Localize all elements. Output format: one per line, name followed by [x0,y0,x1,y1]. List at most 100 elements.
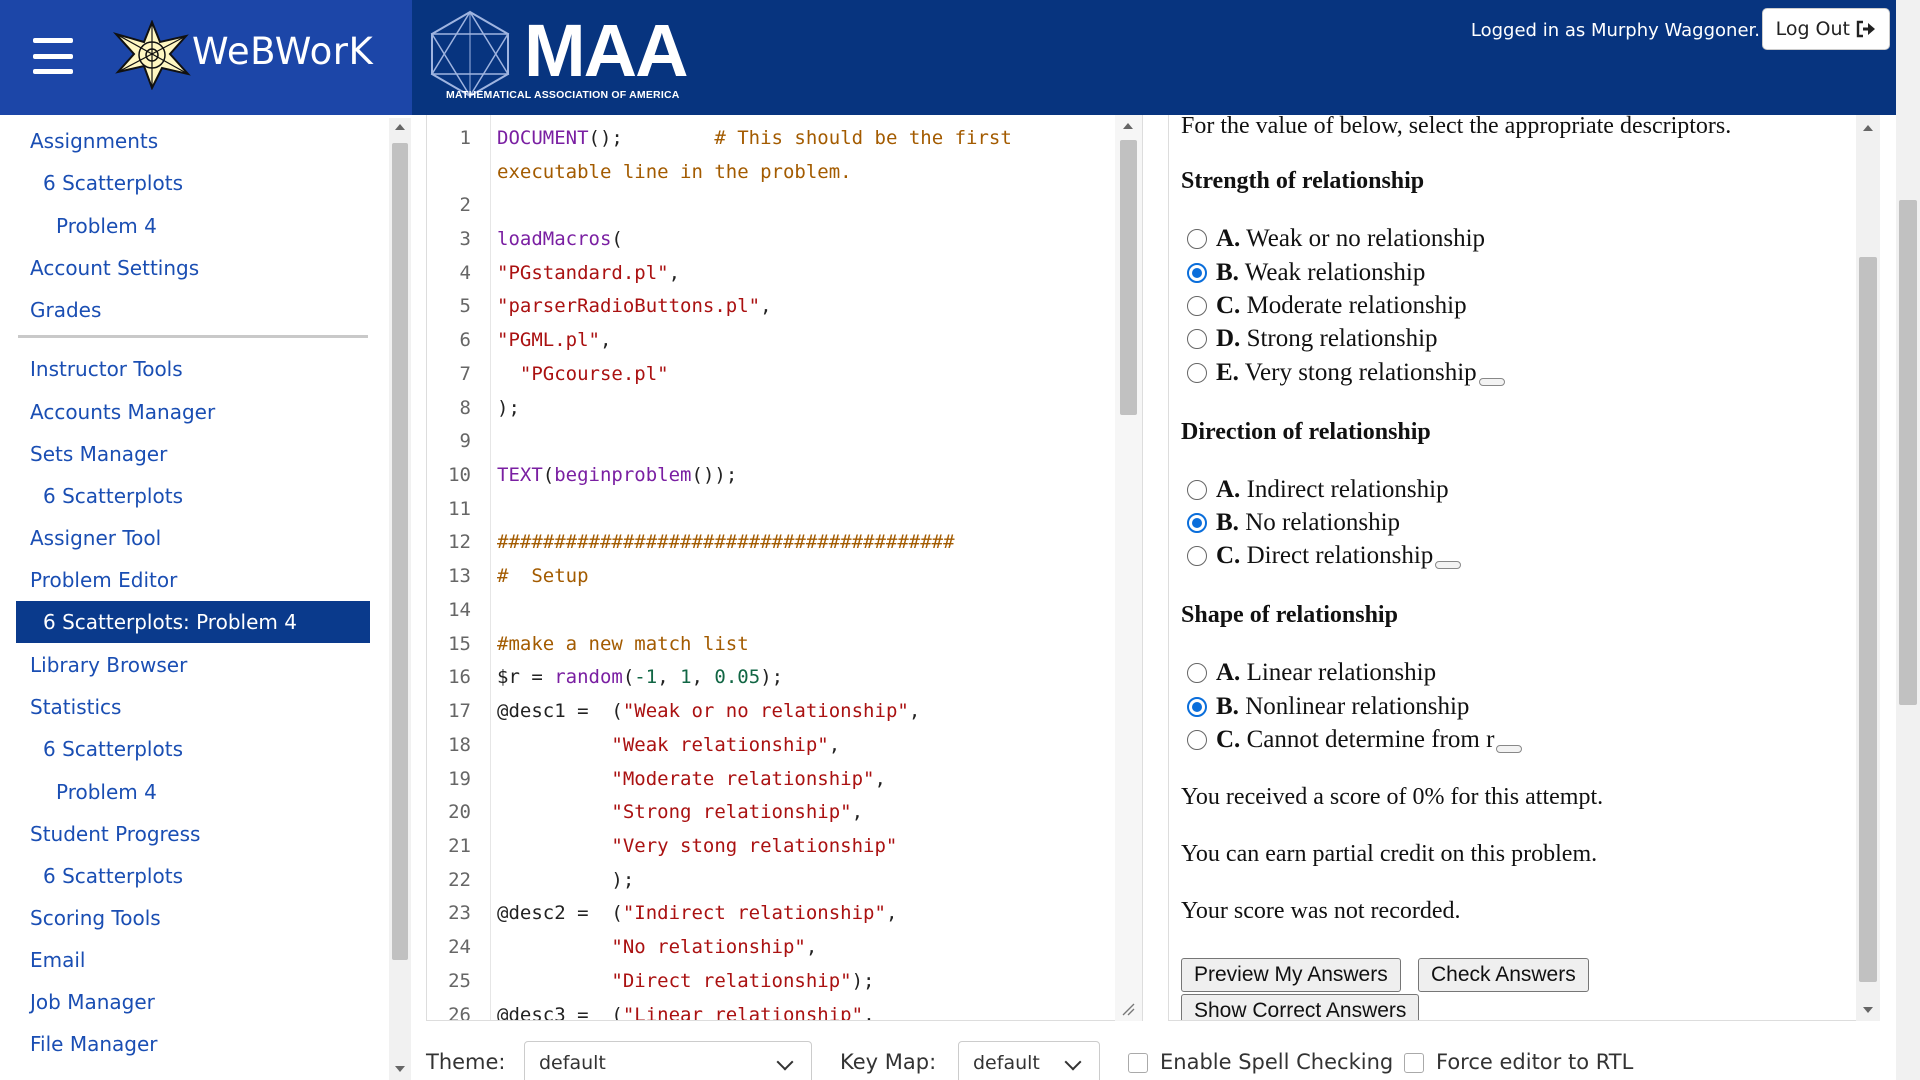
logout-button[interactable]: Log Out [1761,8,1890,50]
code-line[interactable]: #make a new match list [497,633,749,655]
page-scrollbar[interactable] [1896,0,1920,1080]
code-line[interactable]: "Direct relationship"); [497,970,874,992]
option-strength-d[interactable]: D. Strong relationship [1216,325,1438,353]
code-line[interactable]: ); [497,869,634,891]
nav-job-manager[interactable]: Job Manager [30,982,155,1022]
option-shape-a[interactable]: A. Linear relationship [1216,659,1436,687]
code-line[interactable]: ); [497,397,520,419]
radio-direction-c[interactable] [1187,546,1207,566]
code-line[interactable]: "Very stong relationship" [497,835,897,857]
radio-direction-b[interactable] [1187,513,1207,533]
nav-email[interactable]: Email [30,940,86,980]
show-correct-answers-button[interactable]: Show Correct Answers [1181,994,1420,1020]
nav-sets-manager[interactable]: Sets Manager [30,434,167,474]
preview-scrollbar[interactable] [1856,115,1880,1021]
code-line[interactable]: @desc1 = ("Weak or no relationship", [497,700,920,722]
option-shape-c[interactable]: C. Cannot determine from r [1216,726,1523,754]
code-line[interactable]: "No relationship", [497,936,817,958]
rtl-label[interactable]: Force editor to RTL [1436,1050,1633,1074]
scroll-down-icon[interactable] [395,1066,405,1072]
code-line[interactable]: "PGML.pl", [497,329,611,351]
code-line[interactable]: loadMacros( [497,228,623,250]
keymap-select[interactable]: default [958,1041,1100,1080]
brand-area: WeBWorK [0,0,412,115]
option-direction-b[interactable]: B. No relationship [1216,509,1400,537]
nav-stats-problem-4[interactable]: Problem 4 [56,772,157,812]
nav-statistics[interactable]: Statistics [30,687,121,727]
scroll-up-icon[interactable] [1863,125,1873,131]
nav-assigner-tool[interactable]: Assigner Tool [30,518,161,558]
spell-check-checkbox[interactable] [1128,1053,1148,1073]
radio-strength-a[interactable] [1187,229,1207,249]
editor-scroll-thumb[interactable] [1120,140,1137,415]
code-line[interactable]: "PGcourse.pl" [497,363,669,385]
nav-problem-editor[interactable]: Problem Editor [30,560,177,600]
nav-editor-current-problem[interactable]: 6 Scatterplots: Problem 4 [16,601,370,643]
nav-progress-6-scatterplots[interactable]: 6 Scatterplots [43,856,183,896]
code-line[interactable]: # Setup [497,565,589,587]
code-line[interactable]: "PGstandard.pl", [497,262,680,284]
answer-preview-toggle[interactable] [1435,561,1462,569]
code-line[interactable]: "Weak relationship", [497,734,840,756]
radio-strength-c[interactable] [1187,296,1207,316]
preview-scroll-thumb[interactable] [1859,257,1877,982]
chevron-down-icon [776,1053,794,1071]
scroll-up-icon[interactable] [1123,123,1133,129]
nav-student-progress[interactable]: Student Progress [30,814,200,854]
scroll-down-icon[interactable] [1863,1007,1873,1013]
code-line[interactable]: "parserRadioButtons.pl", [497,295,772,317]
nav-problem-4[interactable]: Problem 4 [56,206,157,246]
resize-handle-icon[interactable] [1121,1002,1135,1016]
option-strength-b[interactable]: B. Weak relationship [1216,259,1425,287]
code-line[interactable]: DOCUMENT(); # This should be the first [497,127,1012,149]
sidebar-scroll-thumb[interactable] [392,143,408,960]
nav-library-browser[interactable]: Library Browser [30,645,187,685]
code-editor[interactable]: 1 2 3 4 5 6 7 8 9 10 11 12 13 14 15 16 1… [426,115,1143,1021]
code-line[interactable]: @desc3 = ("Linear relationship", [497,1004,875,1020]
option-strength-e[interactable]: E. Very stong relationship [1216,359,1505,387]
nav-stats-6-scatterplots[interactable]: 6 Scatterplots [43,729,183,769]
nav-file-manager[interactable]: File Manager [30,1024,158,1064]
theme-select[interactable]: default [524,1041,812,1080]
radio-strength-e[interactable] [1187,363,1207,383]
option-direction-c[interactable]: C. Direct relationship [1216,542,1462,570]
code-line[interactable]: $r = random(-1, 1, 0.05); [497,666,783,688]
nav-set-6-scatterplots[interactable]: 6 Scatterplots [43,163,183,203]
code-line[interactable]: TEXT(beginproblem()); [497,464,737,486]
option-strength-c[interactable]: C. Moderate relationship [1216,292,1467,320]
nav-accounts-manager[interactable]: Accounts Manager [30,392,215,432]
app-name[interactable]: WeBWorK [192,30,373,73]
nav-scoring-tools[interactable]: Scoring Tools [30,898,161,938]
answer-preview-toggle[interactable] [1478,378,1505,386]
radio-shape-b[interactable] [1187,697,1207,717]
option-strength-a[interactable]: A. Weak or no relationship [1216,225,1485,253]
radio-strength-d[interactable] [1187,329,1207,349]
chevron-down-icon [1064,1053,1082,1071]
radio-shape-c[interactable] [1187,730,1207,750]
code-line[interactable]: "Strong relationship", [497,801,863,823]
rtl-checkbox[interactable] [1404,1053,1424,1073]
nav-account-settings[interactable]: Account Settings [30,248,199,288]
nav-grades[interactable]: Grades [30,290,101,330]
spell-check-label[interactable]: Enable Spell Checking [1160,1050,1393,1074]
menu-toggle-icon[interactable] [33,38,73,74]
editor-scrollbar[interactable] [1115,115,1142,1021]
radio-direction-a[interactable] [1187,480,1207,500]
code-line[interactable]: @desc2 = ("Indirect relationship", [497,902,897,924]
radio-shape-a[interactable] [1187,663,1207,683]
radio-strength-b[interactable] [1187,263,1207,283]
option-shape-b[interactable]: B. Nonlinear relationship [1216,693,1469,721]
check-answers-button[interactable]: Check Answers [1418,958,1589,992]
nav-assignments[interactable]: Assignments [30,121,158,161]
nav-instructor-tools[interactable]: Instructor Tools [30,349,183,389]
code-line[interactable]: "Moderate relationship", [497,768,886,790]
scroll-up-icon[interactable] [395,124,405,130]
answer-preview-toggle[interactable] [1496,745,1523,753]
option-direction-a[interactable]: A. Indirect relationship [1216,476,1449,504]
preview-answers-button[interactable]: Preview My Answers [1181,958,1401,992]
nav-sets-6-scatterplots[interactable]: 6 Scatterplots [43,476,183,516]
page-scroll-thumb[interactable] [1899,200,1917,705]
code-line[interactable]: executable line in the problem. [497,161,852,183]
code-line[interactable]: ######################################## [497,531,955,553]
sidebar-scrollbar[interactable] [389,118,411,1080]
